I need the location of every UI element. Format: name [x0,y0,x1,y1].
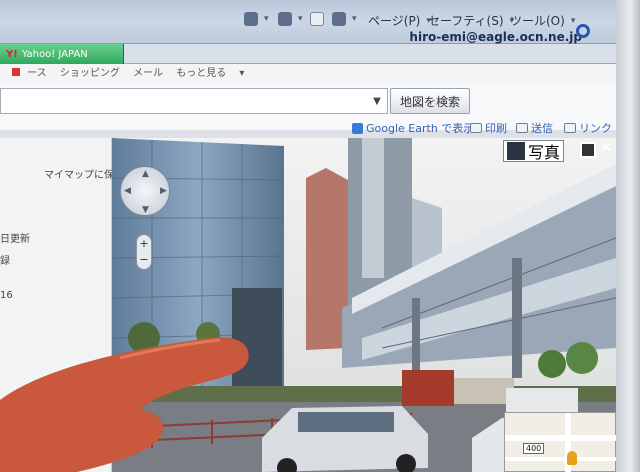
zoom-control[interactable]: + − [136,234,152,270]
photo-label: 写真 [527,143,560,162]
pan-up-icon[interactable]: ▲ [142,169,149,179]
tab-label: Yahoo! JAPAN [21,48,88,60]
minimap-road [505,457,616,461]
home-button[interactable]: ▾ [244,12,269,26]
flag-icon [12,68,20,76]
link-link[interactable]: リンク [564,120,612,136]
fullscreen-icon[interactable] [580,142,596,158]
print-toolbar-button[interactable]: ▾ [332,12,357,26]
google-earth-icon [352,122,363,134]
envelope-icon [516,123,528,133]
street-view-pan-control[interactable]: ▲ ▼ ◀ ▶ [120,166,170,216]
map-search-button[interactable]: 地図を検索 [390,88,470,114]
minimap-road [505,435,616,441]
printer-icon [470,123,482,133]
pan-right-icon[interactable]: ▶ [160,186,167,196]
zoom-in-icon[interactable]: + [137,237,151,250]
menu-page[interactable]: ページ(P) ▾ [368,12,431,29]
pegman-icon[interactable] [567,451,577,465]
menu-safety-label: セーフティ(S) [428,14,504,28]
tab-strip: Y! Yahoo! JAPAN [0,44,616,64]
close-icon[interactable]: ✕ [600,140,612,156]
tab-yahoo-japan[interactable]: Y! Yahoo! JAPAN [0,44,124,64]
user-email[interactable]: hiro-emi@eagle.ocn.ne.jp [409,30,582,44]
minimap-route-label: 400 [523,443,545,454]
feeds-button[interactable]: ▾ [278,12,303,26]
menu-tools[interactable]: ツール(O) ▾ [510,12,575,29]
menu-tools-label: ツール(O) [510,14,565,28]
menu-safety[interactable]: セーフティ(S) ▾ [428,12,514,29]
printer-icon [332,12,346,26]
pan-left-icon[interactable]: ◀ [124,186,131,196]
google-earth-label: Google Earth で表示 [366,122,475,135]
send-label: 送信 [531,122,553,135]
home-icon [244,12,258,26]
nav-item-more[interactable]: もっと見る ▾ [176,68,244,79]
nav-item-mail[interactable]: メール [133,68,163,79]
menu-page-label: ページ(P) [368,14,421,28]
yahoo-icon: Y! [6,48,18,60]
print-label: 印刷 [485,122,507,135]
sidebar-text-2: 録 [0,256,10,267]
chevron-down-icon: ▾ [352,14,357,24]
nav-item-news[interactable]: ース [27,68,47,79]
send-link[interactable]: 送信 [516,120,553,136]
google-earth-link[interactable]: Google Earth で表示 [352,120,474,136]
gear-icon[interactable] [576,24,590,38]
screen-photo: ▾ ▾ ▾ ページ(P) ▾ セーフティ(S) ▾ ツール(O) ▾ hiro-emi… [0,0,640,472]
browser-command-bar: ▾ ▾ ▾ ページ(P) ▾ セーフティ(S) ▾ ツール(O) ▾ hiro-emi… [0,0,616,44]
chain-link-icon [564,123,576,133]
chevron-down-icon[interactable]: ▼ [366,88,388,114]
chevron-down-icon: ▾ [570,15,576,26]
sidebar-text-3: 16 [0,290,13,301]
updated-text: 日更新 [0,234,30,245]
chevron-down-icon: ▾ [298,14,303,24]
mail-button[interactable] [310,12,324,26]
pan-down-icon[interactable]: ▼ [142,205,149,215]
photo-toggle[interactable]: 写真 [502,140,564,162]
mail-icon [310,12,324,26]
nav-item-shopping[interactable]: ショッピング [60,68,120,79]
map-tools-row: Google Earth で表示 印刷 送信 リンク [0,118,616,138]
monitor-bezel [616,0,640,472]
link-label: リンク [579,122,612,135]
pointing-finger [0,337,249,472]
rss-icon [278,12,292,26]
nav-item-more-label: もっと見る [176,68,227,79]
print-link[interactable]: 印刷 [470,120,507,136]
zoom-out-icon[interactable]: − [137,253,151,266]
yahoo-nav-row: ース ショッピング メール もっと見る ▾ [0,64,616,82]
mini-map[interactable]: 400 [504,412,616,472]
chevron-down-icon: ▾ [264,14,269,24]
map-search-input[interactable] [0,88,388,114]
photo-thumbnail [506,142,525,160]
